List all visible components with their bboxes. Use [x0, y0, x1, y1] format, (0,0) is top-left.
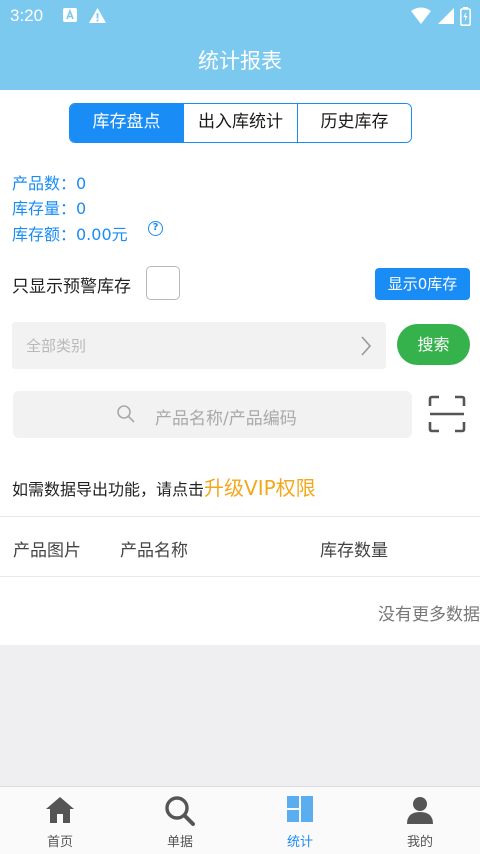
stock-amount: 库存额：0.00元: [12, 225, 128, 244]
signal-icon: [437, 7, 455, 29]
home-icon: [44, 795, 76, 829]
nav-profile[interactable]: 我的: [360, 787, 480, 854]
vip-notice-text: 如需数据导出功能，请点击: [12, 480, 205, 499]
divider: [0, 516, 480, 517]
divider: [0, 576, 480, 577]
status-time: 3:20: [10, 6, 44, 25]
tab-inventory-count[interactable]: 库存盘点: [70, 104, 183, 142]
category-select[interactable]: 全部类别: [12, 322, 386, 369]
column-header-product-name: 产品名称: [120, 541, 188, 561]
tab-switcher: 库存盘点 出入库统计 历史库存: [69, 103, 412, 143]
nav-documents-label: 单据: [166, 835, 193, 850]
person-icon: [405, 795, 435, 829]
column-header-product-image: 产品图片: [13, 541, 81, 561]
upgrade-vip-link[interactable]: 升级VIP权限: [204, 476, 316, 500]
bottom-nav: 首页 单据 统计 我的: [0, 786, 480, 854]
warning-icon: [88, 7, 107, 28]
category-select-value: 全部类别: [26, 337, 87, 355]
main-content: 库存盘点 出入库统计 历史库存 产品数：0 库存量：0 库存额：0.00元 ? …: [0, 90, 480, 645]
help-icon[interactable]: ?: [148, 221, 163, 236]
product-count: 产品数：0: [12, 174, 87, 193]
battery-icon: [460, 7, 471, 30]
nav-statistics[interactable]: 统计: [240, 787, 360, 854]
tab-in-out-stats[interactable]: 出入库统计: [183, 104, 297, 142]
search-icon: [164, 795, 196, 831]
wifi-icon: [410, 7, 432, 29]
nav-profile-label: 我的: [406, 835, 433, 850]
tab-history-stock[interactable]: 历史库存: [297, 104, 411, 142]
show-zero-stock-button[interactable]: 显示0库存: [375, 268, 470, 300]
nav-home-label: 首页: [46, 835, 73, 850]
nav-documents[interactable]: 单据: [120, 787, 240, 854]
warn-only-label: 只显示预警库存: [12, 277, 131, 297]
keyboard-notification-icon: [62, 7, 78, 27]
empty-message: 没有更多数据: [378, 605, 480, 625]
chevron-right-icon: [360, 335, 372, 361]
stats-icon: [286, 795, 314, 827]
vip-notice: 如需数据导出功能，请点击升级VIP权限: [12, 472, 316, 501]
warn-only-checkbox[interactable]: [146, 266, 180, 300]
search-placeholder: 产品名称/产品编码: [155, 409, 297, 429]
column-header-stock-quantity: 库存数量: [320, 541, 388, 561]
scan-icon[interactable]: [428, 395, 466, 437]
nav-home[interactable]: 首页: [0, 787, 120, 854]
stock-quantity: 库存量：0: [12, 199, 87, 218]
nav-statistics-label: 统计: [286, 835, 313, 850]
title-bar: 统计报表: [0, 32, 480, 90]
page-title: 统计报表: [198, 49, 282, 73]
search-button[interactable]: 搜索: [397, 324, 470, 365]
search-icon: [116, 404, 136, 428]
status-bar: 3:20: [0, 0, 480, 32]
product-search-input[interactable]: 产品名称/产品编码: [13, 391, 412, 438]
